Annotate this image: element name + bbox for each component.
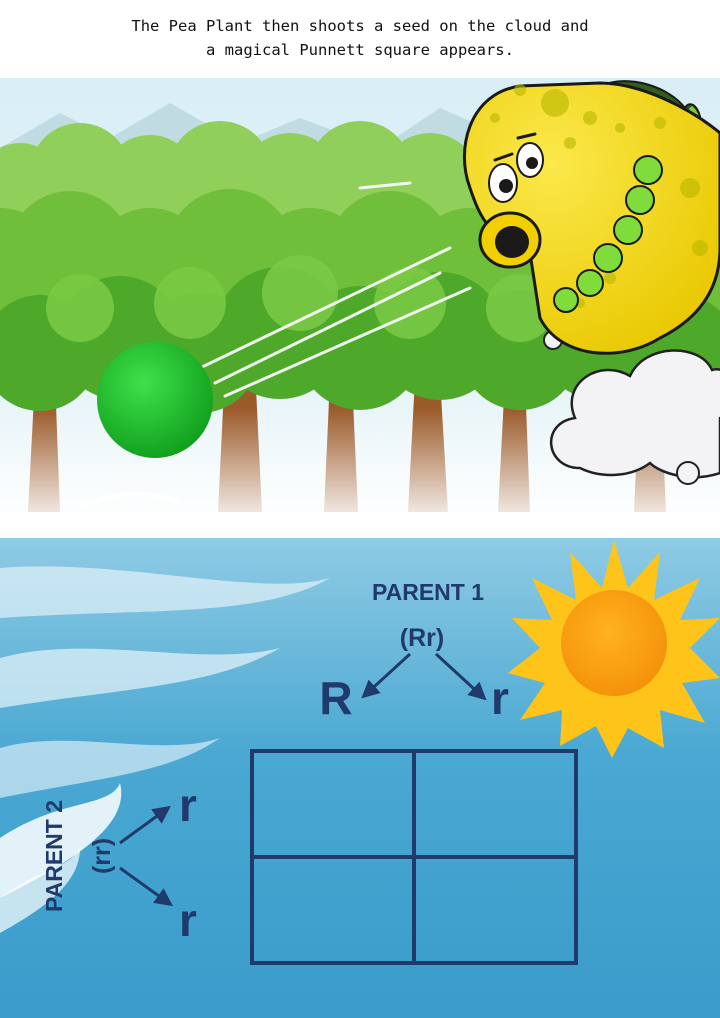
parent-1-label: PARENT 1 <box>372 579 484 605</box>
parent-1-genotype: (Rr) <box>400 624 444 652</box>
parent-2-allele-2: r <box>179 894 197 946</box>
punnett-square-panel: PARENT 1 (Rr) R r PARENT 2 (rr) r r <box>0 538 720 1018</box>
parent-2-allele-1: r <box>179 779 197 831</box>
pea-seed <box>97 342 213 458</box>
cloud-puff-small <box>676 461 700 485</box>
parent-2-genotype: (rr) <box>88 838 116 874</box>
parent-2-label: PARENT 2 <box>41 800 67 912</box>
parent-1-allele-1: R <box>319 672 352 724</box>
caption: The Pea Plant then shoots a seed on the … <box>0 14 720 62</box>
caption-line-2: a magical Punnett square appears. <box>206 41 514 59</box>
parent-1-allele-2: r <box>491 672 509 724</box>
caption-line-1: The Pea Plant then shoots a seed on the … <box>131 17 589 35</box>
forest-scene-panel <box>0 78 720 512</box>
